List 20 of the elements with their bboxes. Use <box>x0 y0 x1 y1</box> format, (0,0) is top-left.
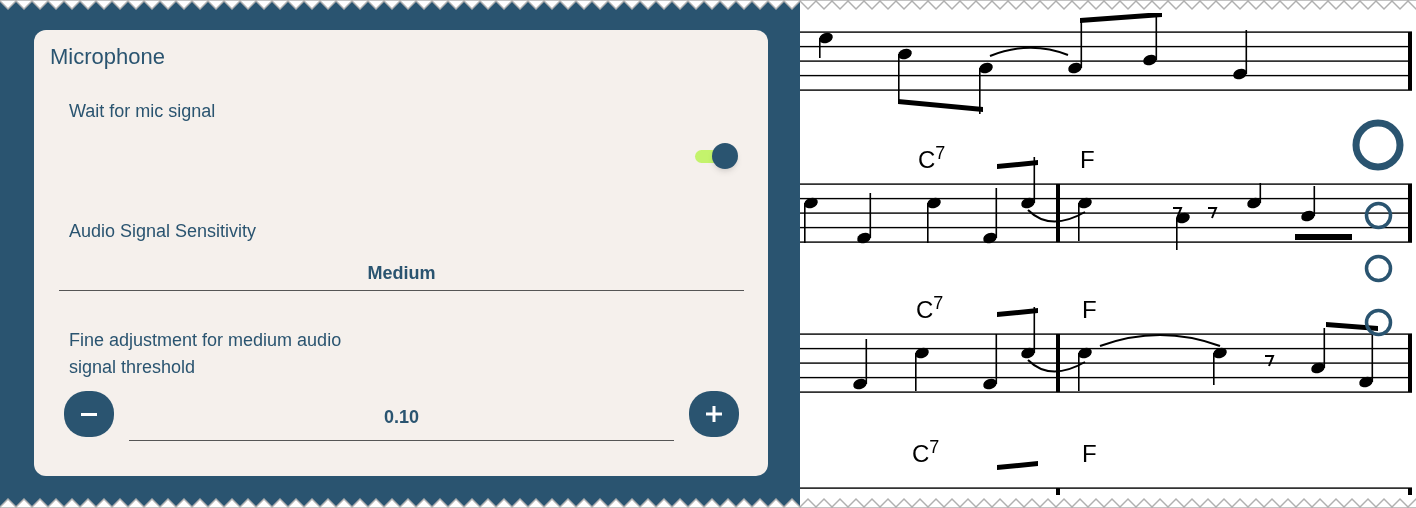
toggle-switch[interactable] <box>694 143 738 169</box>
chord-label: C$^{7}$ <box>918 146 946 174</box>
chord-label: F <box>1082 440 1097 468</box>
chord-label: F <box>1080 146 1095 174</box>
circle-icon[interactable] <box>1362 306 1394 338</box>
minus-icon <box>81 412 97 416</box>
decrement-button[interactable] <box>64 391 114 437</box>
number-field[interactable]: 0.10 <box>129 395 674 441</box>
chord-label: F <box>1082 296 1097 324</box>
chord-label: C$^{7}$ <box>912 440 940 468</box>
select-field[interactable]: Medium <box>59 257 744 291</box>
setting-label: Fine adjustment for medium audio signal threshold <box>68 329 343 379</box>
section-title: Microphone <box>50 43 165 71</box>
setting-label: Audio Signal Sensitivity <box>68 220 258 243</box>
setting-label: Wait for mic signal <box>68 100 217 123</box>
chord-label: C$^{7}$ <box>916 296 944 324</box>
increment-button[interactable] <box>689 391 739 437</box>
circle-icon[interactable] <box>1362 252 1394 284</box>
circle-icon[interactable] <box>1362 199 1394 231</box>
plus-icon <box>706 406 722 422</box>
